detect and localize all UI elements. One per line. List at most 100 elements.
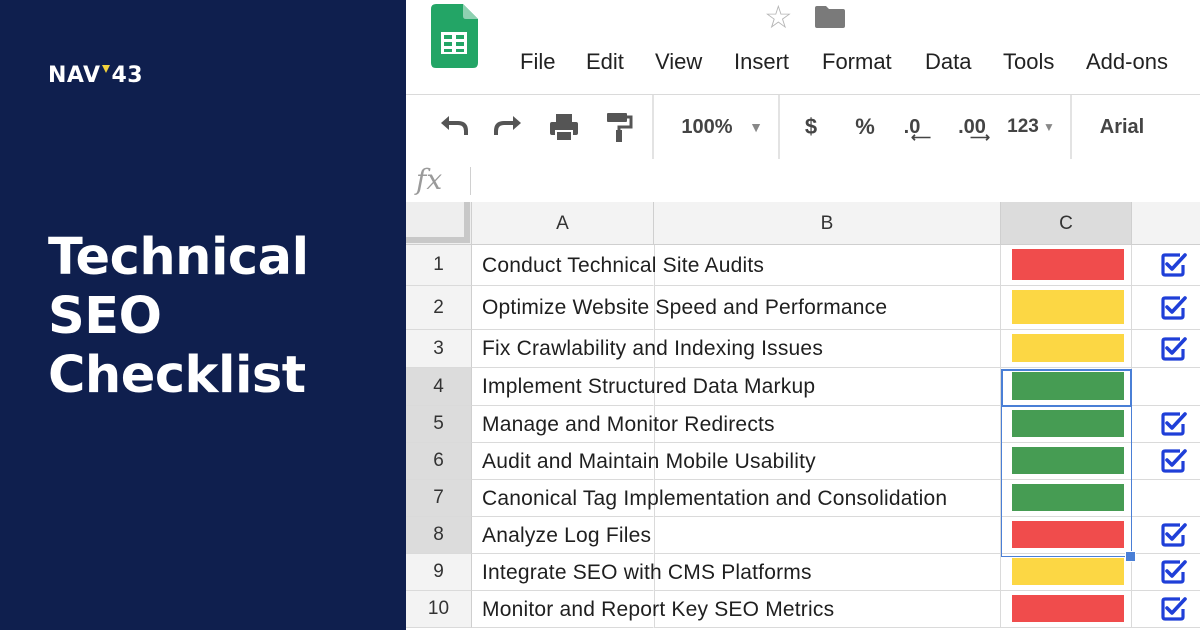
status-swatch <box>1012 249 1124 280</box>
spreadsheet-app: ☆ File Edit View Insert Format Data Tool… <box>406 0 1200 630</box>
menu-insert[interactable]: Insert <box>734 46 789 78</box>
checkbox-checked-icon[interactable] <box>1161 448 1187 474</box>
row-number[interactable]: 4 <box>406 368 472 406</box>
status-swatch <box>1012 410 1124 437</box>
task-text: Analyze Log Files <box>482 523 652 547</box>
cell-b[interactable] <box>654 517 1001 554</box>
page-headline: Technical SEO Checklist <box>48 228 388 405</box>
cell-status[interactable] <box>1001 591 1132 628</box>
checkbox-checked-icon[interactable] <box>1161 336 1187 362</box>
redo-icon[interactable] <box>490 109 530 145</box>
print-icon[interactable] <box>546 109 586 145</box>
row-number[interactable]: 1 <box>406 245 472 286</box>
checkbox-checked-icon[interactable] <box>1161 559 1187 585</box>
menu-data[interactable]: Data <box>925 46 971 78</box>
table-row: 2 Optimize Website Speed and Performance <box>406 286 1200 330</box>
font-select[interactable]: Arial <box>1090 109 1154 145</box>
menu-bar: File Edit View Insert Format Data Tools … <box>406 46 1200 78</box>
more-formats-button[interactable]: 123 <box>1004 109 1042 145</box>
freeze-row-handle[interactable] <box>406 237 470 243</box>
checkbox-checked-icon[interactable] <box>1161 295 1187 321</box>
row-number[interactable]: 10 <box>406 591 472 628</box>
checkbox-checked-icon[interactable] <box>1161 522 1187 548</box>
toolbar-divider <box>778 95 780 159</box>
table-row: 8 Analyze Log Files <box>406 517 1200 554</box>
logo-text-43: 43 <box>111 63 144 88</box>
toolbar-divider <box>652 95 654 159</box>
row-number[interactable]: 3 <box>406 330 472 368</box>
formula-divider <box>470 167 471 195</box>
column-header-d[interactable] <box>1132 202 1200 245</box>
star-icon[interactable]: ☆ <box>764 0 793 34</box>
headline-line-3: Checklist <box>48 346 306 405</box>
currency-button[interactable]: $ <box>799 109 823 145</box>
cell-check[interactable] <box>1132 368 1200 406</box>
select-all-corner[interactable] <box>406 202 472 245</box>
logo-accent-icon <box>102 65 111 73</box>
cell-check[interactable] <box>1132 245 1200 286</box>
menu-tools[interactable]: Tools <box>1003 46 1054 78</box>
fill-handle[interactable] <box>1125 551 1136 562</box>
cell-status[interactable] <box>1001 554 1132 591</box>
table-row: 9 Integrate SEO with CMS Platforms <box>406 554 1200 591</box>
formula-bar: fx <box>406 159 1200 203</box>
row-number[interactable]: 7 <box>406 480 472 517</box>
fx-icon: fx <box>416 163 443 196</box>
zoom-dropdown-icon[interactable]: ▼ <box>746 109 766 145</box>
percent-button[interactable]: % <box>852 109 878 145</box>
row-number[interactable]: 8 <box>406 517 472 554</box>
status-swatch <box>1012 595 1124 622</box>
cell-status[interactable] <box>1001 443 1132 480</box>
cell-check[interactable] <box>1132 406 1200 443</box>
task-text: Optimize Website Speed and Performance <box>482 296 888 319</box>
column-header-c[interactable]: C <box>1001 202 1132 245</box>
cell-status[interactable] <box>1001 330 1132 368</box>
table-row: 4 Implement Structured Data Markup <box>406 368 1200 406</box>
table-row: 5 Manage and Monitor Redirects <box>406 406 1200 443</box>
column-header-a[interactable]: A <box>472 202 654 245</box>
row-number[interactable]: 9 <box>406 554 472 591</box>
cell-check[interactable] <box>1132 443 1200 480</box>
undo-icon[interactable] <box>436 109 476 145</box>
folder-icon[interactable] <box>815 6 845 28</box>
cell-check[interactable] <box>1132 330 1200 368</box>
menu-format[interactable]: Format <box>822 46 892 78</box>
task-text: Audit and Maintain Mobile Usability <box>482 449 816 473</box>
brand-panel: NAV 43 Technical SEO Checklist <box>0 0 406 630</box>
table-row: 6 Audit and Maintain Mobile Usability <box>406 443 1200 480</box>
menu-add-ons[interactable]: Add-ons <box>1086 46 1168 78</box>
menu-view[interactable]: View <box>655 46 702 78</box>
arrow-left-icon: ⟵ <box>910 129 932 145</box>
checkbox-checked-icon[interactable] <box>1161 252 1187 278</box>
cell-check[interactable] <box>1132 286 1200 330</box>
task-text: Manage and Monitor Redirects <box>482 412 775 436</box>
zoom-select[interactable]: 100% <box>672 109 742 145</box>
cell-status[interactable] <box>1001 406 1132 443</box>
cell-check[interactable] <box>1132 554 1200 591</box>
row-number[interactable]: 5 <box>406 406 472 443</box>
cell-check[interactable] <box>1132 517 1200 554</box>
cell-status[interactable] <box>1001 286 1132 330</box>
cell-check[interactable] <box>1132 591 1200 628</box>
more-formats-dropdown-icon[interactable]: ▼ <box>1042 109 1056 145</box>
cell-status[interactable] <box>1001 517 1132 554</box>
checkbox-checked-icon[interactable] <box>1161 411 1187 437</box>
paint-format-icon[interactable] <box>601 109 641 145</box>
logo-text-nav: NAV <box>48 63 101 88</box>
column-header-b[interactable]: B <box>654 202 1001 245</box>
menu-edit[interactable]: Edit <box>586 46 624 78</box>
task-text: Fix Crawlability and Indexing Issues <box>482 337 824 360</box>
task-text: Conduct Technical Site Audits <box>482 253 765 277</box>
checkbox-checked-icon[interactable] <box>1161 596 1187 622</box>
cell-check[interactable] <box>1132 480 1200 517</box>
row-number[interactable]: 6 <box>406 443 472 480</box>
task-text: Canonical Tag Implementation and Consoli… <box>482 486 948 510</box>
status-swatch <box>1012 521 1124 548</box>
cell-status[interactable] <box>1001 480 1132 517</box>
menu-file[interactable]: File <box>520 46 555 78</box>
sheet-grid: A B C 1 Conduct Technical Site Audits 2 Opt… <box>406 202 1200 630</box>
row-number[interactable]: 2 <box>406 286 472 330</box>
cell-status[interactable] <box>1001 245 1132 286</box>
cell-status[interactable] <box>1001 368 1132 406</box>
task-text: Integrate SEO with CMS Platforms <box>482 560 812 584</box>
